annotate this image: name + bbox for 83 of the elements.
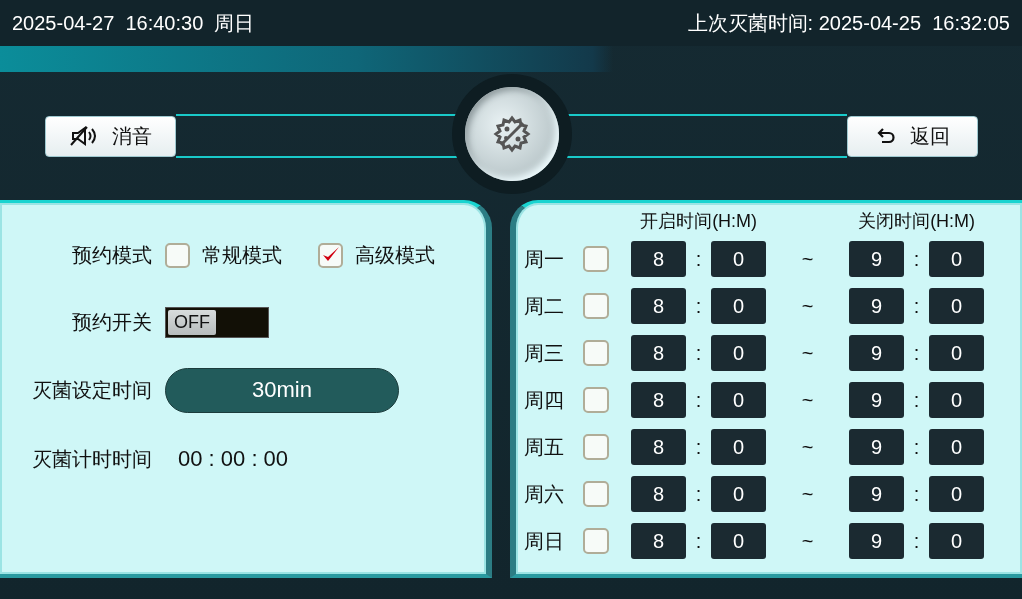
end-hour-field[interactable]: 9 [849, 382, 905, 418]
end-hour-field[interactable]: 9 [849, 429, 905, 465]
timer-label: 灭菌计时时间 [32, 446, 152, 472]
range-separator: ~ [801, 482, 814, 506]
speaker-muted-icon [69, 125, 98, 147]
colon-separator: : [913, 388, 920, 412]
end-minute-field[interactable]: 0 [929, 476, 985, 512]
day-label: 周六 [524, 481, 566, 507]
start-minute-field[interactable]: 0 [711, 429, 767, 465]
start-hour-field[interactable]: 8 [631, 523, 687, 559]
mode-option-label: 高级模式 [355, 242, 435, 268]
colon-separator: : [695, 388, 702, 412]
day-checkbox[interactable] [583, 528, 610, 554]
day-label: 周五 [524, 434, 566, 460]
schedule-switch[interactable]: OFF [165, 307, 269, 338]
return-arrow-icon [875, 127, 896, 145]
day-label: 周四 [524, 387, 566, 413]
duration-label: 灭菌设定时间 [32, 377, 152, 403]
start-hour-field[interactable]: 8 [631, 288, 687, 324]
start-minute-field[interactable]: 0 [711, 476, 767, 512]
timer-value: 00 : 00 : 00 [178, 446, 289, 472]
current-time: 2025-04-27 16:40:30 周日 [12, 10, 255, 36]
day-checkbox[interactable] [583, 387, 610, 413]
end-hour-field[interactable]: 9 [849, 335, 905, 371]
end-minute-field[interactable]: 0 [929, 335, 985, 371]
schedule-switch-label: 预约开关 [72, 310, 152, 335]
day-checkbox[interactable] [583, 434, 610, 460]
colon-separator: : [913, 435, 920, 459]
day-label: 周二 [524, 293, 566, 319]
day-label: 周三 [524, 340, 566, 366]
day-checkbox[interactable] [583, 340, 610, 366]
start-hour-field[interactable]: 8 [631, 241, 687, 277]
end-time-header: 关闭时间(H:M) [858, 210, 976, 233]
end-hour-field[interactable]: 9 [849, 476, 905, 512]
back-button[interactable]: 返回 [847, 115, 978, 157]
end-minute-field[interactable]: 0 [929, 523, 985, 559]
range-separator: ~ [801, 247, 814, 271]
mute-button[interactable]: 消音 [45, 115, 176, 157]
range-separator: ~ [801, 529, 814, 553]
end-minute-field[interactable]: 0 [929, 429, 985, 465]
range-separator: ~ [801, 341, 814, 365]
end-minute-field[interactable]: 0 [929, 241, 985, 277]
start-hour-field[interactable]: 8 [631, 476, 687, 512]
start-minute-field[interactable]: 0 [711, 523, 767, 559]
last-sterilization-time: 上次灭菌时间: 2025-04-25 16:32:05 [687, 10, 1010, 36]
colon-separator: : [695, 529, 702, 553]
start-minute-field[interactable]: 0 [711, 335, 767, 371]
day-checkbox[interactable] [583, 246, 610, 272]
start-minute-field[interactable]: 0 [711, 382, 767, 418]
start-minute-field[interactable]: 0 [711, 288, 767, 324]
day-checkbox[interactable] [583, 293, 610, 319]
start-hour-field[interactable]: 8 [631, 335, 687, 371]
colon-separator: : [695, 435, 702, 459]
colon-separator: : [695, 341, 702, 365]
range-separator: ~ [801, 435, 814, 459]
start-time-header: 开启时间(H:M) [640, 210, 758, 233]
end-hour-field[interactable]: 9 [849, 523, 905, 559]
day-label: 周一 [524, 246, 566, 272]
duration-field[interactable]: 30min [165, 367, 399, 413]
mode-option-label: 常规模式 [202, 242, 282, 268]
mode-label: 预约模式 [72, 242, 152, 268]
day-checkbox[interactable] [583, 481, 610, 507]
day-label: 周日 [524, 528, 566, 554]
range-separator: ~ [801, 388, 814, 412]
start-hour-field[interactable]: 8 [631, 429, 687, 465]
end-minute-field[interactable]: 0 [929, 382, 985, 418]
end-minute-field[interactable]: 0 [929, 288, 985, 324]
end-hour-field[interactable]: 9 [849, 241, 905, 277]
germ-slash-icon [491, 113, 532, 154]
colon-separator: : [913, 341, 920, 365]
start-minute-field[interactable]: 0 [711, 241, 767, 277]
colon-separator: : [695, 294, 702, 318]
colon-separator: : [913, 529, 920, 553]
colon-separator: : [913, 294, 920, 318]
range-separator: ~ [801, 294, 814, 318]
end-hour-field[interactable]: 9 [849, 288, 905, 324]
colon-separator: : [695, 482, 702, 506]
colon-separator: : [913, 247, 920, 271]
start-hour-field[interactable]: 8 [631, 382, 687, 418]
colon-separator: : [695, 247, 702, 271]
mode-checkbox[interactable] [318, 242, 343, 268]
mode-checkbox[interactable] [165, 242, 190, 268]
colon-separator: : [913, 482, 920, 506]
